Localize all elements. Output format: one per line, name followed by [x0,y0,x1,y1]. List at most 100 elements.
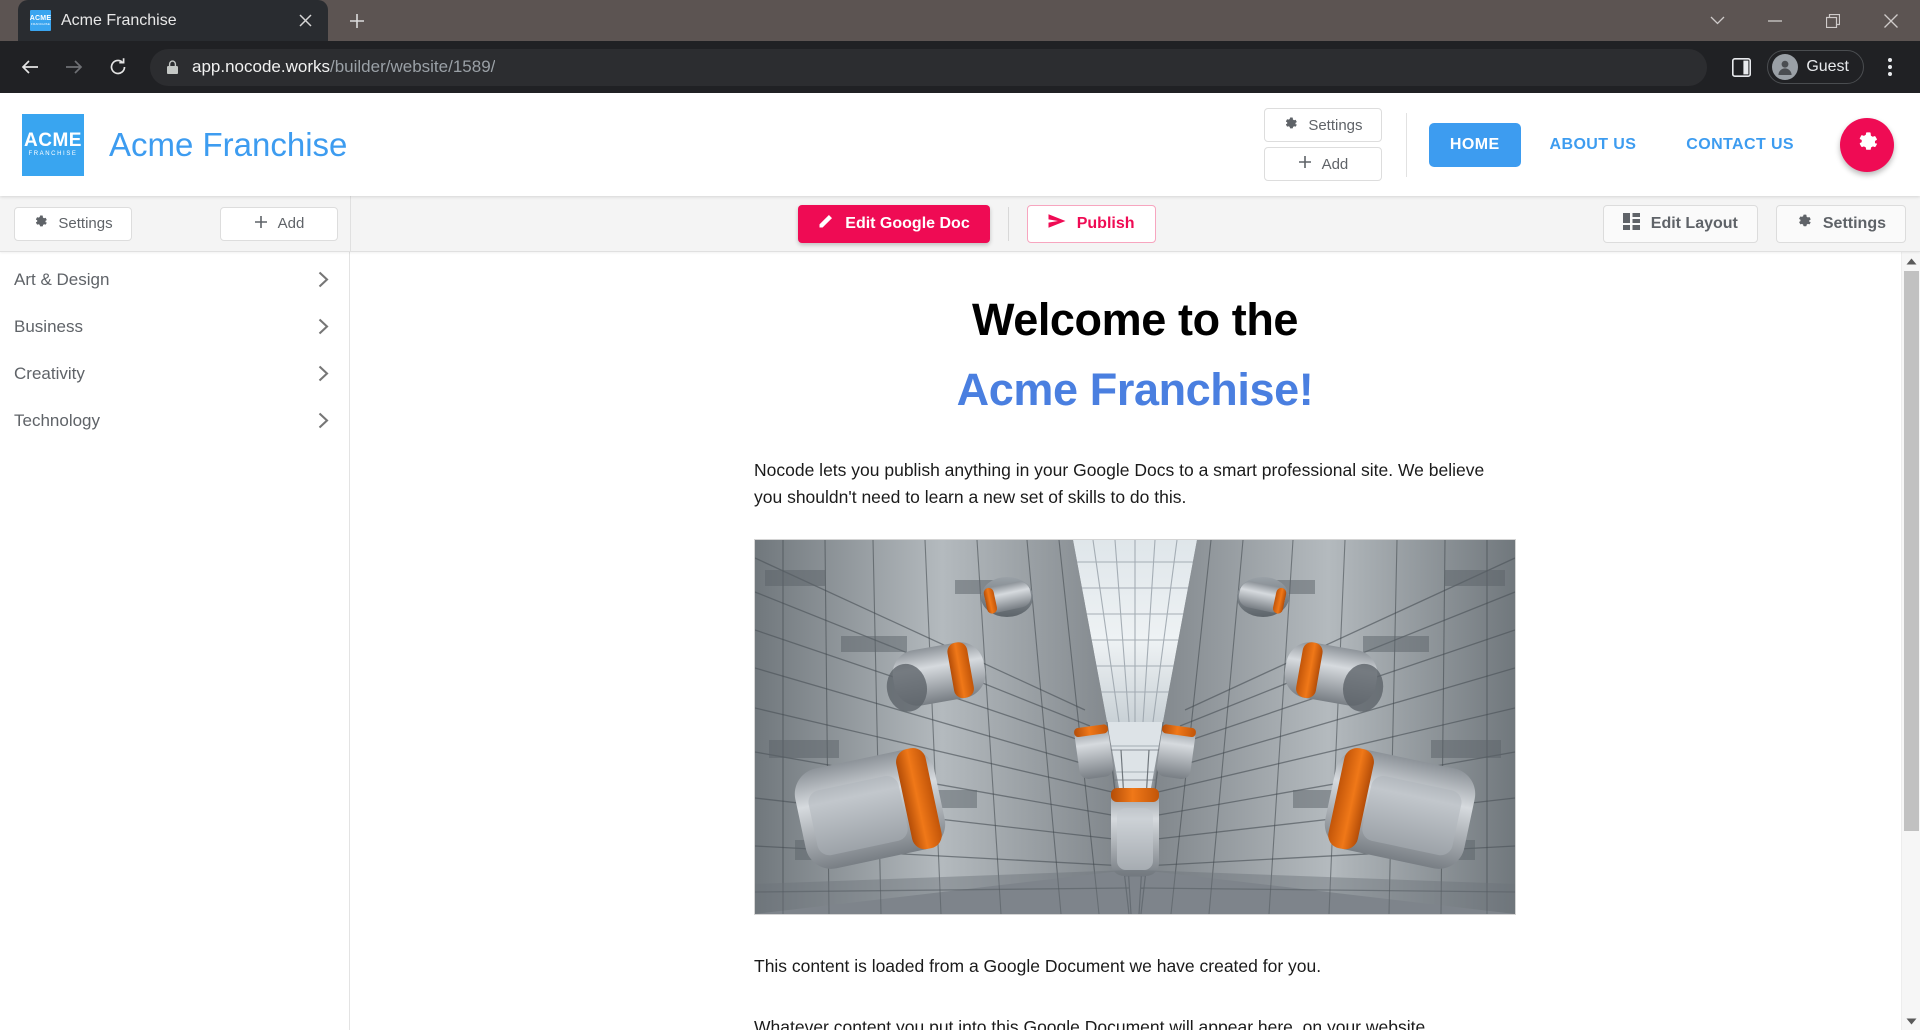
pencil-icon [818,213,834,234]
floating-settings-button[interactable] [1840,118,1894,172]
lock-icon [166,60,179,75]
nav-item-contact-us[interactable]: CONTACT US [1665,123,1815,167]
content-paragraph-3: Whatever content you put into this Googl… [754,1014,1516,1030]
nav-item-home[interactable]: HOME [1429,123,1521,167]
url-path: /builder/website/1589/ [330,57,495,76]
favicon-acme-text: ACME [30,15,51,22]
tab-favicon: ACME FRANCHISE [30,10,51,31]
sidebar-item-technology[interactable]: Technology [0,397,349,444]
document-content: Welcome to the Acme Franchise! Nocode le… [350,252,1920,1030]
builder-left-actions: Settings Add [14,207,350,241]
brand-logo: ACME FRANCHISE [22,114,84,176]
builder-add-button[interactable]: Add [220,207,338,241]
window-controls [1688,0,1920,41]
page-title-line2: Acme Franchise! [754,362,1516,418]
browser-tab[interactable]: ACME FRANCHISE Acme Franchise [18,0,328,41]
restore-icon[interactable] [1804,0,1862,41]
edit-layout-label: Edit Layout [1651,215,1738,233]
close-icon[interactable] [294,10,316,32]
sidebar-item-label: Creativity [14,364,85,384]
plus-icon [254,215,268,233]
header-add-button[interactable]: Add [1264,147,1382,181]
side-panel-icon[interactable] [1721,47,1761,87]
document-canvas: Welcome to the Acme Franchise! Nocode le… [350,252,1920,1030]
browser-titlebar: ACME FRANCHISE Acme Franchise [0,0,1920,41]
profile-name: Guest [1806,58,1849,76]
triangle-up-icon[interactable] [1906,252,1917,270]
content-paragraph-2: This content is loaded from a Google Doc… [754,953,1516,980]
arrow-left-icon[interactable] [10,47,50,87]
header-divider [1406,113,1407,177]
gear-icon [1855,130,1879,159]
kebab-menu-icon[interactable] [1870,47,1910,87]
minimize-icon[interactable] [1746,0,1804,41]
tab-title: Acme Franchise [61,12,284,30]
plus-icon [1298,155,1312,173]
edit-google-doc-button[interactable]: Edit Google Doc [798,205,989,243]
arrow-right-icon [54,47,94,87]
url-text: app.nocode.works/builder/website/1589/ [192,57,495,77]
header-settings-button[interactable]: Settings [1264,108,1382,142]
browser-toolbar: app.nocode.works/builder/website/1589/ G… [0,41,1920,93]
scrollbar-thumb[interactable] [1904,271,1919,831]
document-hero-image [754,539,1516,915]
edit-google-doc-label: Edit Google Doc [845,215,969,233]
builder-add-label: Add [278,215,305,232]
favicon-franchise-text: FRANCHISE [31,22,50,26]
address-bar[interactable]: app.nocode.works/builder/website/1589/ [150,49,1707,86]
logo-acme-text: ACME [24,131,82,150]
page-viewport: ACME FRANCHISE Acme Franchise Settings [0,93,1920,1030]
layout-settings-button[interactable]: Settings [1776,205,1906,243]
chevron-right-icon [318,318,329,335]
document-body: Welcome to the Acme Franchise! Nocode le… [754,292,1516,1030]
sidebar-item-label: Business [14,317,83,337]
close-icon[interactable] [1862,0,1920,41]
industrial-interior-illustration [755,540,1515,914]
gear-icon [1796,213,1812,234]
plus-icon[interactable] [340,4,374,38]
gear-icon [1283,116,1298,135]
layout-settings-label: Settings [1823,215,1886,233]
sidebar: Art & Design Business Creativity [0,252,350,1030]
site-header-right: Settings Add HOME ABOUT US CONTACT US [1264,108,1894,181]
nav-item-about-us[interactable]: ABOUT US [1529,123,1658,167]
sidebar-item-art-design[interactable]: Art & Design [0,256,349,303]
content-scrollbar[interactable] [1901,252,1920,1030]
page-title-line1: Welcome to the [754,292,1516,348]
layout-grid-icon [1623,213,1640,235]
triangle-down-icon[interactable] [1906,1012,1917,1030]
builder-right-actions: Edit Layout Settings [1603,205,1906,243]
gear-icon [33,214,48,233]
chevron-right-icon [318,271,329,288]
site-nav: HOME ABOUT US CONTACT US [1429,123,1815,167]
center-separator [1008,207,1009,241]
header-editor-buttons: Settings Add [1264,108,1382,181]
header-settings-label: Settings [1308,117,1362,134]
builder-center-actions: Edit Google Doc Publish [351,205,1603,243]
brand-name: Acme Franchise [109,126,347,164]
chevron-right-icon [318,412,329,429]
edit-layout-button[interactable]: Edit Layout [1603,205,1758,243]
sidebar-item-label: Technology [14,411,100,431]
site-header: ACME FRANCHISE Acme Franchise Settings [0,93,1920,196]
person-icon [1772,54,1798,80]
builder-toolbar: Settings Add Edit Google Doc [0,196,1920,252]
sidebar-item-business[interactable]: Business [0,303,349,350]
publish-button[interactable]: Publish [1027,205,1156,243]
builder-settings-button[interactable]: Settings [14,207,132,241]
toolbar-actions: Guest [1721,47,1910,87]
sidebar-item-label: Art & Design [14,270,109,290]
logo-franchise-text: FRANCHISE [28,150,77,159]
header-add-label: Add [1322,156,1349,173]
chevron-right-icon [318,365,329,382]
publish-label: Publish [1077,215,1135,233]
builder-body: Art & Design Business Creativity [0,252,1920,1030]
profile-button[interactable]: Guest [1767,50,1864,84]
builder-settings-label: Settings [58,215,112,232]
reload-icon[interactable] [98,47,138,87]
send-icon [1048,213,1066,234]
site-brand[interactable]: ACME FRANCHISE Acme Franchise [22,114,347,176]
sidebar-item-creativity[interactable]: Creativity [0,350,349,397]
chevron-down-icon[interactable] [1688,0,1746,41]
intro-paragraph: Nocode lets you publish anything in your… [754,457,1516,512]
